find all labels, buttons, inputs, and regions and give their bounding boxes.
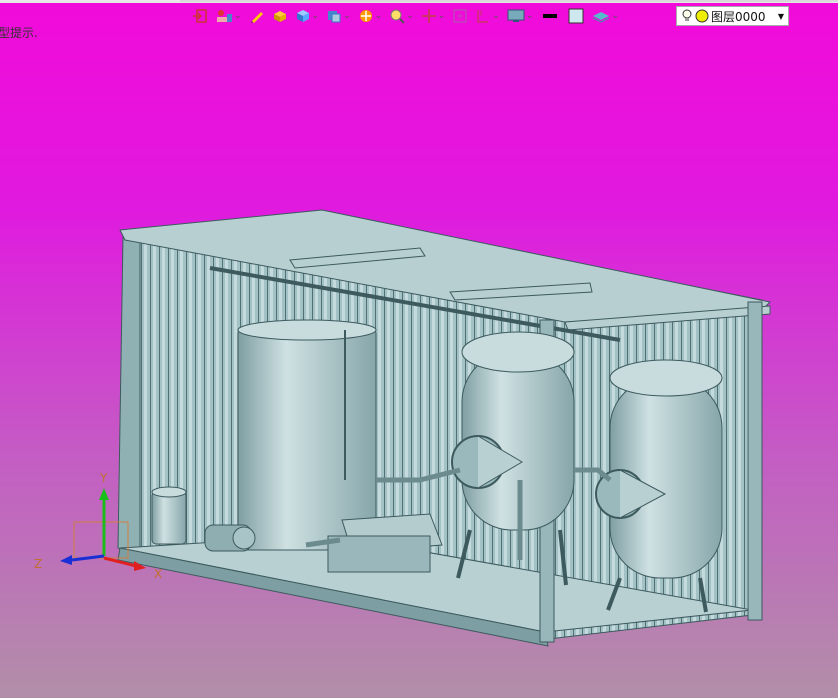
front-post-right bbox=[747, 301, 763, 621]
axis-label-y: Y bbox=[99, 471, 108, 485]
axis-label-z: Z bbox=[34, 557, 42, 571]
equipment-skid bbox=[327, 513, 443, 573]
3d-viewport[interactable]: Y Z X bbox=[0, 0, 838, 698]
storage-tank bbox=[237, 319, 377, 551]
axis-label-x: X bbox=[154, 567, 162, 581]
